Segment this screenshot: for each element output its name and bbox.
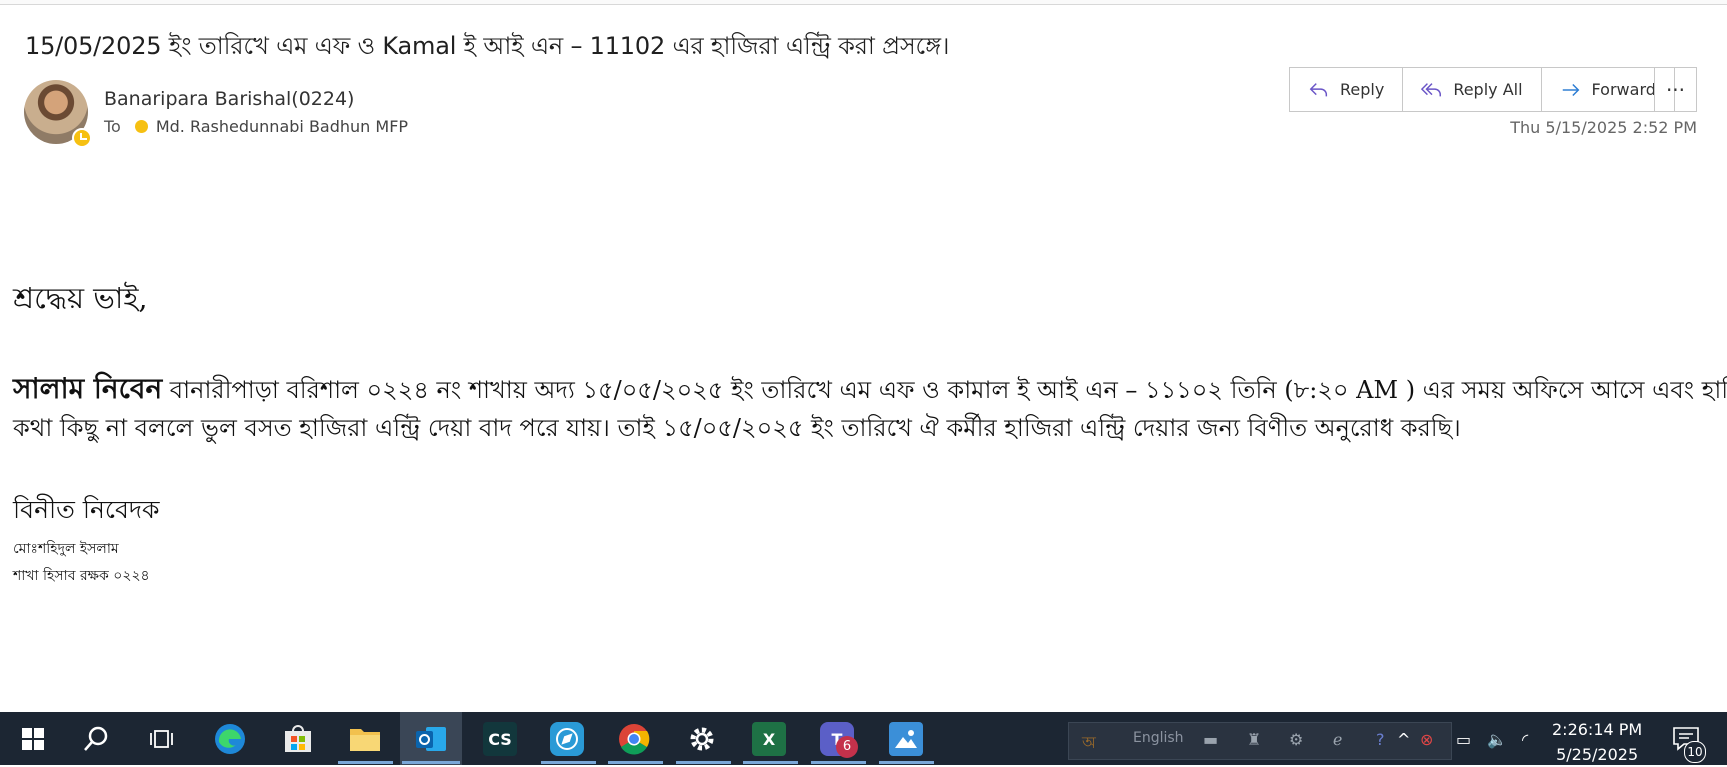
sent-date: Thu 5/15/2025 2:52 PM bbox=[1510, 118, 1697, 137]
reply-all-icon bbox=[1421, 82, 1442, 96]
sender-name[interactable]: Banaripara Barishal(0224) bbox=[104, 88, 354, 110]
teams-notification-badge: 6 bbox=[836, 736, 858, 758]
windows-logo-icon bbox=[22, 728, 44, 750]
volume-icon[interactable]: 🔈 bbox=[1487, 730, 1507, 749]
settings-button[interactable] bbox=[685, 722, 719, 756]
photos-running-indicator bbox=[879, 761, 934, 764]
app-compass-button[interactable] bbox=[550, 722, 584, 756]
cs-app-label: CS bbox=[488, 729, 512, 749]
store-icon bbox=[285, 725, 311, 752]
outlook-button[interactable] bbox=[414, 722, 448, 756]
task-view-button[interactable] bbox=[145, 722, 179, 756]
greeting: শ্রদ্ধেয় ভাই, bbox=[13, 281, 148, 315]
excel-label: X bbox=[762, 729, 776, 749]
reply-button[interactable]: Reply bbox=[1290, 68, 1404, 111]
body-line-1-text: বানারীপাড়া বরিশাল ০২২৪ নং শাখায় অদ্য ১… bbox=[162, 376, 1727, 404]
show-hidden-icons-chevron-icon[interactable]: ^ bbox=[1397, 730, 1410, 749]
file-explorer-button[interactable] bbox=[348, 722, 382, 756]
chrome-icon bbox=[619, 724, 650, 755]
teams-running-indicator bbox=[811, 761, 866, 764]
bangla-keyboard-icon[interactable]: অ bbox=[1082, 730, 1096, 757]
message-actions: Reply Reply All Forward bbox=[1289, 67, 1675, 112]
microsoft-store-button[interactable] bbox=[281, 722, 315, 756]
toolbar-dash-icon[interactable]: ▬ bbox=[1203, 730, 1218, 749]
recipient-line: To Md. Rashedunnabi Badhun MFP bbox=[104, 117, 408, 136]
signature-name: মোঃশহিদুল ইসলাম bbox=[13, 541, 119, 557]
body-line-2: কথা কিছু না বললে ভুল বসত হাজিরা এন্ট্রি … bbox=[13, 414, 1461, 442]
explorer-running-indicator bbox=[338, 761, 393, 764]
to-label: To bbox=[104, 117, 121, 136]
toolbar-tool-icon[interactable]: ♜ bbox=[1247, 730, 1261, 749]
outlook-icon bbox=[416, 727, 446, 751]
excel-button[interactable]: X bbox=[752, 722, 786, 756]
compass-running-indicator bbox=[541, 761, 596, 764]
battery-icon[interactable]: ▭ bbox=[1456, 730, 1471, 749]
signature-title: শাখা হিসাব রক্ষক ০২২৪ bbox=[13, 568, 150, 584]
chrome-running-indicator bbox=[608, 761, 663, 764]
reply-label: Reply bbox=[1340, 80, 1385, 99]
compass-icon bbox=[556, 728, 578, 750]
recipient-name[interactable]: Md. Rashedunnabi Badhun MFP bbox=[156, 117, 408, 136]
recipient-presence-icon bbox=[134, 120, 148, 133]
photos-button[interactable] bbox=[889, 722, 923, 756]
chrome-button[interactable] bbox=[617, 722, 651, 756]
body-line-1: সালাম নিবেন বানারীপাড়া বরিশাল ০২২৪ নং শ… bbox=[13, 367, 1727, 414]
edge-button[interactable] bbox=[213, 722, 247, 756]
folder-icon bbox=[350, 729, 380, 751]
edge-icon bbox=[215, 724, 245, 754]
search-icon bbox=[84, 726, 108, 751]
clock-date: 5/25/2025 bbox=[1556, 745, 1639, 764]
cs-app-button[interactable]: CS bbox=[483, 722, 517, 756]
toolbar-help-icon[interactable]: ? bbox=[1376, 730, 1385, 749]
search-button[interactable] bbox=[79, 722, 113, 756]
notification-count-badge: 10 bbox=[1684, 741, 1706, 763]
settings-running-indicator bbox=[676, 761, 731, 764]
task-view-icon bbox=[150, 730, 173, 748]
clock-time: 2:26:14 PM bbox=[1552, 720, 1643, 739]
email-subject: 15/05/2025 ইং তারিখে এম এফ ও Kamal ই আই … bbox=[25, 32, 950, 60]
toolbar-edge-icon[interactable]: ℯ bbox=[1333, 730, 1342, 749]
start-button[interactable] bbox=[16, 722, 50, 756]
system-clock[interactable]: 2:26:14 PM 5/25/2025 bbox=[1552, 717, 1642, 767]
closing: বিনীত নিবেদক bbox=[13, 495, 160, 524]
excel-running-indicator bbox=[743, 761, 798, 764]
gear-icon bbox=[690, 727, 714, 751]
reply-all-label: Reply All bbox=[1453, 80, 1523, 99]
more-actions-button[interactable]: ··· bbox=[1654, 67, 1697, 112]
window-top-edge bbox=[0, 0, 1727, 5]
network-error-icon[interactable]: ⊗ bbox=[1420, 730, 1433, 749]
photos-icon bbox=[895, 730, 917, 748]
forward-arrow-icon bbox=[1562, 83, 1579, 96]
forward-label: Forward bbox=[1591, 80, 1656, 99]
reply-all-button[interactable]: Reply All bbox=[1403, 68, 1542, 111]
input-language[interactable]: English bbox=[1133, 730, 1184, 746]
toolbar-gear-icon[interactable]: ⚙ bbox=[1289, 730, 1303, 749]
presence-away-icon bbox=[72, 128, 92, 148]
reply-arrow-icon bbox=[1309, 82, 1328, 96]
wifi-icon[interactable]: ◜ bbox=[1522, 730, 1528, 749]
salutation: সালাম নিবেন bbox=[13, 372, 163, 405]
outlook-running-indicator bbox=[402, 761, 460, 764]
